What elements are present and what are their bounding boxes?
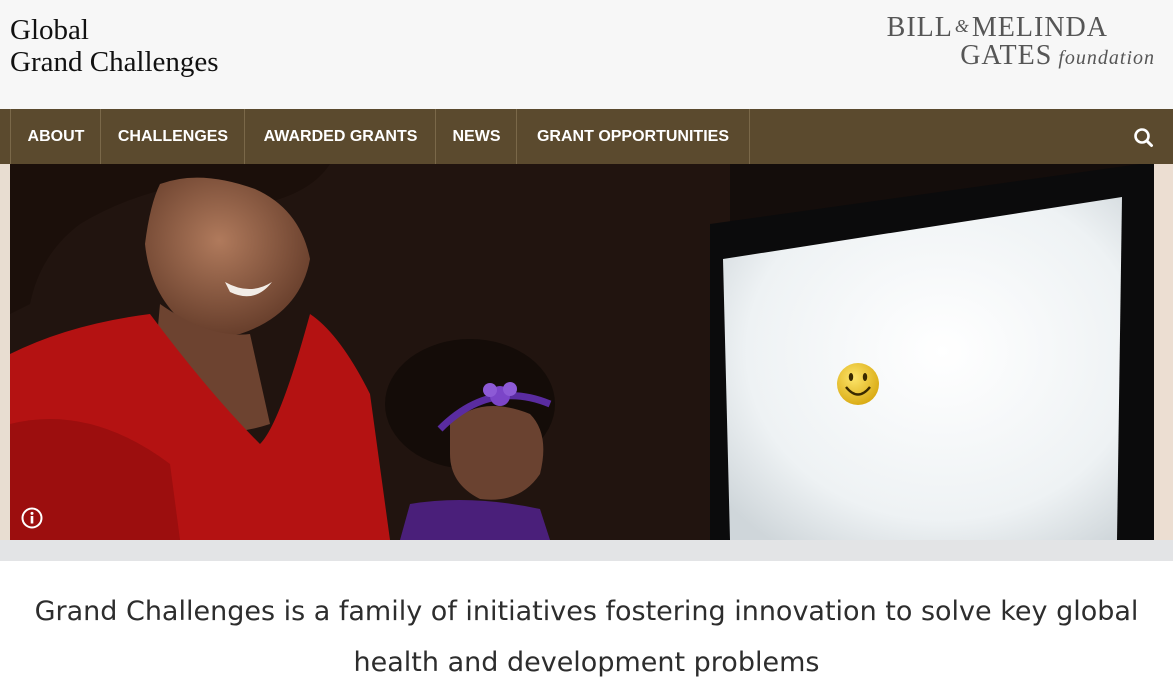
hero-tagline: Grand Challenges is a family of initiati… xyxy=(34,596,1139,678)
hero-edge-right xyxy=(1154,164,1173,540)
site-title-line1: Global xyxy=(10,14,89,46)
nav-item-about[interactable]: ABOUT xyxy=(10,109,101,164)
main-nav: ABOUT CHALLENGES AWARDED GRANTS NEWS GRA… xyxy=(0,109,1173,164)
site-title-line2: Grand Challenges xyxy=(10,46,219,78)
logo-word-gates: GATES xyxy=(960,40,1053,71)
logo-word-bill: BILL xyxy=(886,12,953,43)
gates-foundation-logo[interactable]: BILL &MELINDA GATES foundation xyxy=(855,12,1155,76)
search-icon xyxy=(1134,128,1153,147)
search-button[interactable] xyxy=(1128,125,1158,149)
smiley-face-icon xyxy=(837,363,879,405)
info-icon xyxy=(21,507,43,529)
logo-ampersand: & xyxy=(954,16,970,36)
site-title-link[interactable]: Global Grand Challenges xyxy=(10,14,219,78)
logo-word-foundation: foundation xyxy=(1058,47,1155,69)
nav-item-awarded-grants[interactable]: AWARDED GRANTS xyxy=(244,109,436,164)
hero-edge-left xyxy=(0,164,10,540)
logo-word-melinda: MELINDA xyxy=(971,12,1108,43)
hero-image xyxy=(10,164,1154,540)
nav-item-challenges[interactable]: CHALLENGES xyxy=(100,109,245,164)
site-header: Global Grand Challenges BILL &MELINDA GAT… xyxy=(0,0,1173,109)
nav-item-news[interactable]: NEWS xyxy=(435,109,517,164)
nav-item-grant-opportunities[interactable]: GRANT OPPORTUNITIES xyxy=(516,109,750,164)
info-button[interactable] xyxy=(21,507,43,529)
